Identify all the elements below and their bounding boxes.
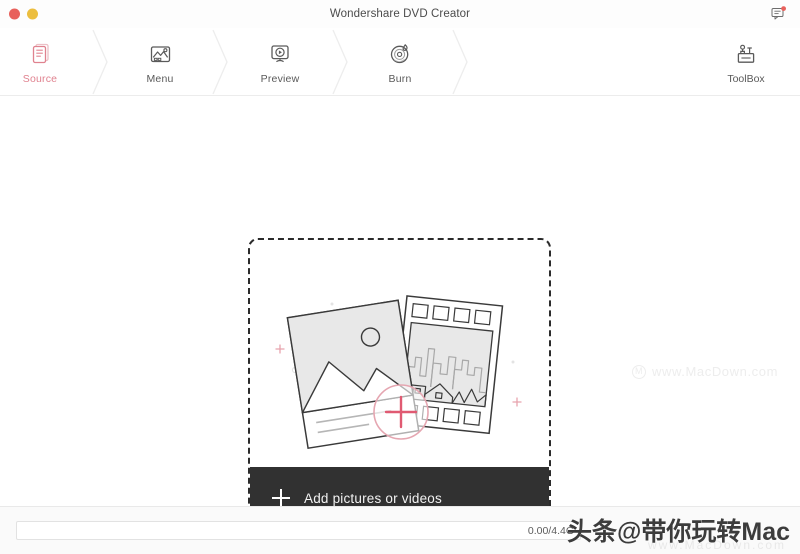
step-separator [320,28,360,95]
minimize-button[interactable] [27,8,38,20]
site-watermark: M www.MacDown.com [632,364,778,379]
window-title: Wondershare DVD Creator [329,8,471,20]
media-dropzone[interactable]: Add pictures or videos [248,238,551,531]
step-burn[interactable]: Burn [360,28,440,95]
step-preview-label: Preview [260,72,300,85]
plus-icon [272,489,290,507]
step-menu-label: Menu [146,72,174,85]
step-preview[interactable]: Preview [240,28,320,95]
close-button[interactable] [9,8,20,20]
step-list: Source Menu Preview Burn [0,28,480,95]
channel-watermark: 头条@带你玩转Mac [566,518,790,546]
step-toolbar: Source Menu Preview Burn ToolBox [0,28,800,96]
toolbox-icon [731,39,761,69]
step-separator [80,28,120,95]
chat-bubble-icon[interactable] [770,5,788,23]
capacity-progress-bar: 0.00/4.4G [16,521,581,540]
toolbox-button[interactable]: ToolBox [710,28,782,95]
picture-icon [145,39,175,69]
photo-and-filmstrip-illustration [250,240,549,467]
step-menu[interactable]: Menu [120,28,200,95]
disc-flame-icon [385,39,415,69]
step-separator [200,28,240,95]
title-bar: Wondershare DVD Creator [0,0,800,28]
capacity-label: 0.00/4.4G [527,524,574,537]
toolbox-label: ToolBox [727,72,765,85]
plus-circle-icon [373,384,429,440]
step-source-label: Source [22,72,58,85]
macdown-logo-icon: M [632,364,646,379]
status-bar: 0.00/4.4G www.MacDown.com 头条@带你玩转Mac [0,506,800,554]
main-content: Add pictures or videos M www.MacDown.com [0,96,800,531]
app-window: Wondershare DVD Creator Source Menu Prev… [0,0,800,554]
traffic-lights [9,8,38,20]
monitor-play-icon [265,39,295,69]
document-stack-icon [25,39,55,69]
step-source[interactable]: Source [0,28,80,95]
step-burn-label: Burn [388,72,412,85]
step-separator [440,28,480,95]
site-watermark-secondary: www.MacDown.com [647,538,786,552]
add-media-label: Add pictures or videos [304,490,442,506]
site-watermark-text: www.MacDown.com [652,364,779,379]
